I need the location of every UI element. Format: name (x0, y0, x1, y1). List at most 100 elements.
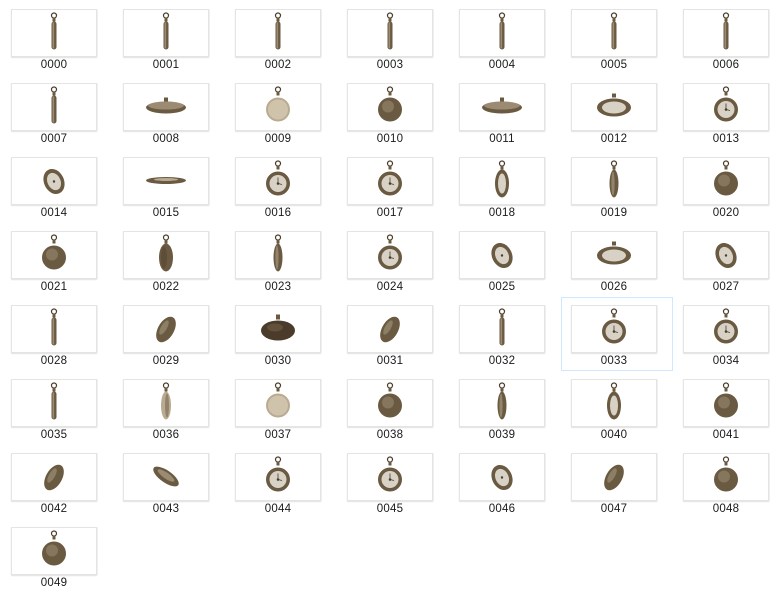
file-item[interactable]: 0004 (449, 1, 561, 75)
file-item[interactable]: 0043 (113, 445, 225, 519)
pocket-watch-icon (263, 11, 293, 56)
file-item[interactable]: 0045 (337, 445, 449, 519)
file-item[interactable]: 0033 (561, 297, 673, 371)
pocket-watch-icon (263, 159, 293, 204)
file-item[interactable]: 0047 (561, 445, 673, 519)
file-item[interactable]: 0027 (673, 223, 781, 297)
file-item[interactable]: 0046 (449, 445, 561, 519)
pocket-watch-icon (149, 307, 183, 352)
file-item[interactable]: 0036 (113, 371, 225, 445)
file-name-label: 0032 (488, 355, 516, 367)
file-thumbnail (11, 83, 97, 131)
file-item[interactable]: 0002 (225, 1, 337, 75)
file-item[interactable]: 0042 (1, 445, 113, 519)
file-name-label: 0033 (600, 355, 628, 367)
file-item[interactable]: 0011 (449, 75, 561, 149)
pocket-watch-icon (37, 455, 71, 500)
file-item[interactable]: 0039 (449, 371, 561, 445)
file-item[interactable]: 0049 (1, 519, 113, 593)
pocket-watch-icon (711, 307, 741, 352)
file-name-label: 0010 (376, 133, 404, 145)
file-name-label: 0022 (152, 281, 180, 293)
file-name-label: 0048 (712, 503, 740, 515)
file-item[interactable]: 0028 (1, 297, 113, 371)
pocket-watch-icon (485, 455, 519, 500)
file-item[interactable]: 0013 (673, 75, 781, 149)
file-thumbnail (235, 305, 321, 353)
file-item[interactable]: 0015 (113, 149, 225, 223)
file-name-label: 0034 (712, 355, 740, 367)
pocket-watch-icon (711, 455, 741, 500)
file-item[interactable]: 0008 (113, 75, 225, 149)
file-name-label: 0039 (488, 429, 516, 441)
file-item[interactable]: 0007 (1, 75, 113, 149)
pocket-watch-icon (39, 381, 69, 426)
pocket-watch-icon (373, 307, 407, 352)
file-item[interactable]: 0017 (337, 149, 449, 223)
file-name-label: 0017 (376, 207, 404, 219)
pocket-watch-icon (263, 233, 293, 278)
file-thumbnail (11, 453, 97, 501)
file-item[interactable]: 0025 (449, 223, 561, 297)
file-item[interactable]: 0040 (561, 371, 673, 445)
file-item[interactable]: 0022 (113, 223, 225, 297)
file-item[interactable]: 0031 (337, 297, 449, 371)
file-item[interactable]: 0019 (561, 149, 673, 223)
file-item[interactable]: 0035 (1, 371, 113, 445)
file-thumbnail (347, 9, 433, 57)
file-item[interactable]: 0037 (225, 371, 337, 445)
file-item[interactable]: 0041 (673, 371, 781, 445)
file-name-label: 0038 (376, 429, 404, 441)
file-thumbnail (235, 9, 321, 57)
file-item[interactable]: 0000 (1, 1, 113, 75)
file-name-label: 0043 (152, 503, 180, 515)
file-item[interactable]: 0005 (561, 1, 673, 75)
file-item[interactable]: 0032 (449, 297, 561, 371)
file-item[interactable]: 0044 (225, 445, 337, 519)
file-item[interactable]: 0014 (1, 149, 113, 223)
file-item[interactable]: 0024 (337, 223, 449, 297)
file-thumbnail (347, 83, 433, 131)
file-item[interactable]: 0034 (673, 297, 781, 371)
file-item[interactable]: 0023 (225, 223, 337, 297)
pocket-watch-icon (711, 381, 741, 426)
file-item[interactable]: 0021 (1, 223, 113, 297)
file-thumbnail (683, 231, 769, 279)
file-name-label: 0011 (489, 133, 515, 145)
file-name-label: 0023 (264, 281, 292, 293)
file-item[interactable]: 0012 (561, 75, 673, 149)
file-item[interactable]: 0018 (449, 149, 561, 223)
file-item[interactable]: 0048 (673, 445, 781, 519)
file-name-label: 0016 (264, 207, 292, 219)
pocket-watch-icon (594, 240, 634, 271)
file-thumbnail (571, 305, 657, 353)
file-item[interactable]: 0038 (337, 371, 449, 445)
file-name-label: 0031 (376, 355, 404, 367)
file-thumbnail (459, 157, 545, 205)
file-item[interactable]: 0009 (225, 75, 337, 149)
file-item[interactable]: 0006 (673, 1, 781, 75)
file-name-label: 0042 (40, 503, 68, 515)
file-item[interactable]: 0003 (337, 1, 449, 75)
file-name-label: 0036 (152, 429, 180, 441)
file-thumbnail (123, 83, 209, 131)
file-thumbnail (123, 453, 209, 501)
file-item[interactable]: 0029 (113, 297, 225, 371)
pocket-watch-icon (39, 85, 69, 130)
file-item[interactable]: 0030 (225, 297, 337, 371)
pocket-watch-icon (487, 307, 517, 352)
file-item[interactable]: 0001 (113, 1, 225, 75)
file-item[interactable]: 0010 (337, 75, 449, 149)
file-name-label: 0015 (152, 207, 180, 219)
file-thumbnail (235, 157, 321, 205)
file-name-label: 0006 (712, 59, 740, 71)
file-name-label: 0013 (712, 133, 740, 145)
file-item[interactable]: 0016 (225, 149, 337, 223)
pocket-watch-icon (597, 455, 631, 500)
file-item[interactable]: 0020 (673, 149, 781, 223)
pocket-watch-icon (258, 313, 298, 346)
file-item[interactable]: 0026 (561, 223, 673, 297)
file-name-label: 0049 (40, 577, 68, 589)
file-thumbnail (347, 379, 433, 427)
file-name-label: 0018 (488, 207, 516, 219)
